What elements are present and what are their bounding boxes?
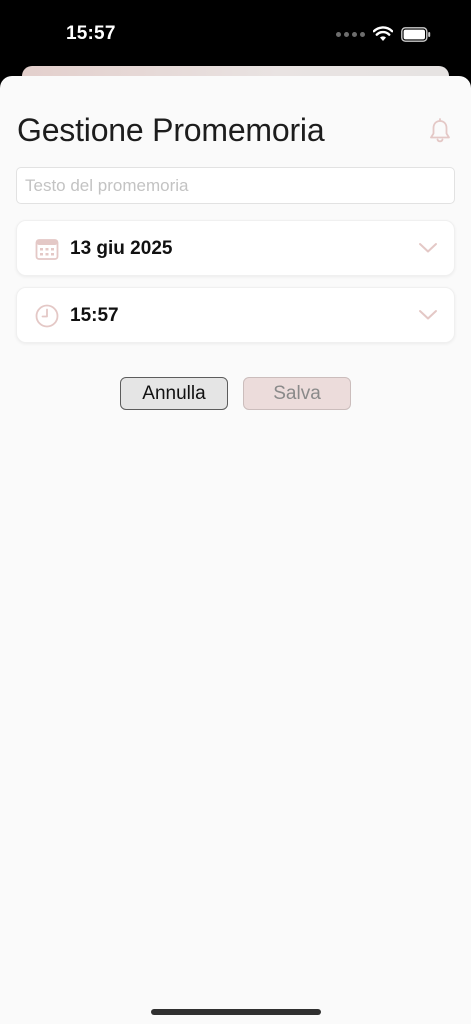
cancel-button[interactable]: Annulla [120,377,228,410]
time-value: 15:57 [70,305,119,326]
date-picker[interactable]: 13 giu 2025 [16,220,455,276]
chevron-down-icon [419,243,437,253]
status-time: 15:57 [66,23,116,44]
calendar-icon [35,239,59,260]
battery-icon [401,26,431,42]
reminder-text-input[interactable] [16,167,455,204]
notification-button[interactable] [426,116,454,146]
wifi-icon [373,26,393,41]
save-button[interactable]: Salva [243,377,351,410]
page-title: Gestione Promemoria [17,112,325,148]
cellular-signal-icon [336,31,365,37]
time-picker[interactable]: 15:57 [16,287,455,343]
home-indicator[interactable] [151,1009,321,1015]
clock-icon [35,304,59,328]
bell-icon [430,118,450,143]
date-value: 13 giu 2025 [70,238,173,259]
chevron-down-icon [419,310,437,320]
status-icons [336,26,431,42]
phone-screen: 15:57 Gestione Promemoria Testo del prom… [0,0,471,1024]
reminder-sheet: Gestione Promemoria 13 giu 2025 [0,76,471,1024]
sheet-header: Gestione Promemoria [17,112,454,152]
status-bar: 15:57 [0,0,471,70]
